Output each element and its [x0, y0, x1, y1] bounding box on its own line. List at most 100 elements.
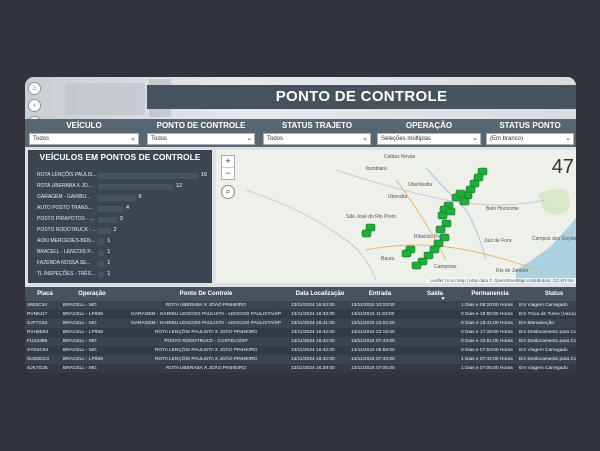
- table-cell: GARAGEM - GARIBU LENCOIS PAULISTA - LENC…: [131, 312, 281, 317]
- home-icon[interactable]: ⌂: [28, 82, 41, 95]
- table-cell: [409, 319, 461, 328]
- column-header[interactable]: Permanencia: [461, 287, 519, 301]
- map-city-label: Itumbiara: [366, 166, 387, 172]
- bar-row[interactable]: FAZENDA NOSSA SE... 1: [28, 258, 212, 269]
- bar-label: POSTO RODOTRUCK - ...: [37, 227, 97, 233]
- table-cell: Em Viagem Carregado: [519, 366, 568, 371]
- table-row[interactable]: SJF7G34 BRACELL - MG GARAGEM - GARIBU LENC…: [25, 319, 576, 328]
- filter-status-trajeto-select[interactable]: Todos ⌄: [263, 133, 371, 145]
- bar-label: POSTO PIRAPOTOS - ...: [37, 216, 94, 222]
- bar[interactable]: [98, 228, 111, 234]
- banner-truck-image: [65, 83, 145, 115]
- column-header[interactable]: Operação: [63, 287, 121, 301]
- truck-marker-icon[interactable]: [435, 225, 446, 234]
- bar-row[interactable]: TL INSPEÇÕES - TRÊS... 1: [28, 269, 212, 280]
- column-header[interactable]: Placa: [27, 287, 63, 301]
- truck-marker-icon[interactable]: [455, 189, 466, 198]
- map-city-label: Juiz de Fora: [484, 238, 512, 244]
- filter-value: Todos: [33, 136, 50, 142]
- table-cell: Em Deslocamento para Coleta(Vazio): [519, 357, 576, 362]
- map-search-icon[interactable]: ⌕: [221, 185, 235, 199]
- filter-bar: VEÍCULO Todos ⌄ PONTO DE CONTROLE Todos ⌄ …: [25, 119, 576, 147]
- bar[interactable]: [98, 206, 123, 212]
- map-city-label: Campinas: [434, 264, 457, 270]
- column-header[interactable]: Saída: [409, 287, 461, 301]
- bar[interactable]: [98, 239, 105, 245]
- truck-marker-icon[interactable]: [361, 229, 372, 238]
- filter-status-ponto-select[interactable]: (Em branco) ⌄: [486, 133, 574, 145]
- bar-row[interactable]: POSTO RODOTRUCK - ... 2: [28, 225, 212, 236]
- bar-label: AOKI MERCEDES-BEN...: [37, 238, 95, 244]
- table-cell: 13/11/2024 16:42:00: [291, 339, 335, 344]
- bar-row[interactable]: AOKI MERCEDES-BEN... 1: [28, 236, 212, 247]
- zoom-in-button[interactable]: +: [222, 156, 234, 168]
- bar-value-label: 4: [126, 205, 130, 211]
- table-cell: 13/11/2024 07:43:00: [351, 357, 395, 362]
- map-attribution[interactable]: Leaflet | Icon Map | Map data © OpenStre…: [427, 278, 576, 283]
- bar-row[interactable]: BRACELL - LENCOIS P... 1: [28, 247, 212, 258]
- column-header[interactable]: Entrada: [351, 287, 409, 301]
- bar-value-label: 6: [138, 194, 142, 200]
- bar[interactable]: [98, 217, 117, 223]
- bar[interactable]: [98, 272, 105, 278]
- bar-row[interactable]: ROTA LENÇÕIS PAULIS... 16: [28, 170, 212, 181]
- bar-value-label: 1: [107, 271, 111, 277]
- table-cell: FUS2385: [27, 339, 48, 344]
- map-view[interactable]: Caldas Novas Itumbiara Uberlândia Uberaba Be…: [216, 150, 576, 283]
- filter-label: STATUS TRAJETO: [281, 121, 353, 130]
- chevron-down-icon: ⌄: [362, 135, 368, 142]
- truck-marker-icon[interactable]: [411, 261, 422, 270]
- table-cell: 13/11/2024 07:05:00: [351, 366, 395, 371]
- column-header[interactable]: Status: [519, 287, 576, 301]
- filter-label: OPERAÇÃO: [405, 121, 453, 130]
- back-icon[interactable]: ‹: [28, 99, 41, 112]
- truck-marker-icon[interactable]: [445, 207, 456, 216]
- table-row[interactable]: SUO8D13 BRACELL - LP/MS ROTA LENÇÕIS PAULI…: [25, 355, 576, 364]
- bar-row[interactable]: AUTO POSTO TRANS... 4: [28, 203, 212, 214]
- filter-veiculo-select[interactable]: Todos ⌄: [29, 133, 139, 145]
- bar-value-label: 2: [113, 227, 117, 233]
- filter-operacao-select[interactable]: Seleções múltiplas ⌄: [377, 133, 481, 145]
- table-cell: 13/11/2024 16:42:00: [291, 330, 335, 335]
- bar-row[interactable]: POSTO PIRAPOTOS - ... 3: [28, 214, 212, 225]
- page-title: PONTO DE CONTROLE: [147, 85, 576, 109]
- table-cell: 0 Dias e 18:50:00 Horas: [461, 312, 513, 317]
- truck-marker-icon[interactable]: [437, 211, 448, 220]
- table-cell: BRACELL - LP/MS: [63, 312, 104, 317]
- truck-marker-icon[interactable]: [401, 249, 412, 258]
- table-row[interactable]: RVH8E82 BRACELL - LP/MS ROTA LENÇÕIS PAULI…: [25, 328, 576, 337]
- table-row[interactable]: RVN8J17 BRACELL - LP/MS GARAGEM - GARIBU L…: [25, 310, 576, 319]
- bar[interactable]: [98, 173, 198, 179]
- marker-count: 47: [551, 156, 574, 178]
- filter-ponto-select[interactable]: Todos ⌄: [147, 133, 255, 145]
- bar-label: GARAGEM - GARIBU...: [37, 194, 91, 200]
- bar[interactable]: [98, 195, 136, 201]
- table-cell: [409, 346, 461, 355]
- zoom-out-button[interactable]: −: [222, 168, 234, 179]
- table-cell: Em Viagem Carregado: [519, 348, 568, 353]
- bar-row[interactable]: GARAGEM - GARIBU... 6: [28, 192, 212, 203]
- table-cell: 13/11/2024 23:15:00: [351, 330, 395, 335]
- table-cell: BRACELL - MG: [63, 366, 97, 371]
- table-row[interactable]: FUS2385 BRACELL - MG POSTO RODOTRUCK - CAS…: [25, 337, 576, 346]
- table-row[interactable]: SYD4C64 BRACELL - MG ROTA LENÇÕIS PAULISTA…: [25, 346, 576, 355]
- table-cell: [409, 355, 461, 364]
- bar[interactable]: [98, 184, 173, 190]
- table-cell: [409, 310, 461, 319]
- table-row[interactable]: SJK7G26 BRACELL - MG ROTA UBERABA X JOÃO P…: [25, 364, 576, 373]
- bar[interactable]: [98, 261, 105, 267]
- chevron-down-icon: ⌄: [472, 135, 478, 142]
- table-cell: BRACELL - MG: [63, 303, 97, 308]
- column-header[interactable]: Ponto De Controle: [121, 287, 291, 301]
- bar-row[interactable]: ROTA UBERABA X JO... 12: [28, 181, 212, 192]
- column-header[interactable]: Data Localização: [291, 287, 349, 301]
- table-cell: 0 Dias e 10:51:00 Horas: [461, 339, 513, 344]
- chevron-down-icon: ⌄: [565, 135, 571, 142]
- truck-marker-icon[interactable]: [459, 197, 470, 206]
- map-city-label: Rio de Janeiro: [496, 268, 528, 274]
- table-cell: Em Troca de Turno (Vazio): [519, 312, 576, 317]
- table-cell: ROTA LENÇÕIS PAULISTA X JOÃO PINHEIRO: [154, 357, 258, 362]
- table-cell: BRACELL - LP/MS: [63, 330, 104, 335]
- table-row[interactable]: SMI3C34 BRACELL - MG ROTA UBERABA X JOÃO P…: [25, 301, 576, 310]
- bar[interactable]: [98, 250, 105, 256]
